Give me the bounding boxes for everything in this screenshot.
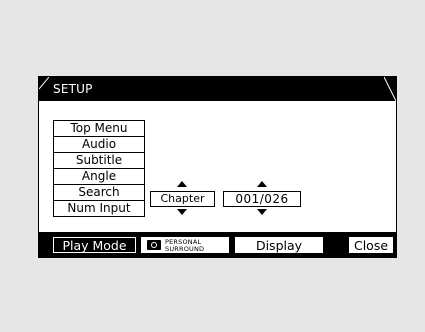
chapter-number-spinner: 001/026: [223, 181, 301, 216]
setup-menu: Top Menu Audio Subtitle Angle Search Num…: [53, 120, 145, 217]
title-bar: SETUP: [39, 77, 396, 102]
setup-dialog: SETUP Top Menu Audio Subtitle Angle Sear…: [38, 76, 397, 258]
personal-surround-label: PERSONAL SURROUND: [165, 239, 217, 252]
personal-surround-icon: [147, 240, 161, 250]
menu-item-subtitle[interactable]: Subtitle: [54, 153, 144, 169]
display-button[interactable]: Display: [235, 237, 323, 253]
menu-item-search[interactable]: Search: [54, 185, 144, 201]
personal-surround-line2: SURROUND: [165, 244, 205, 253]
dialog-title: SETUP: [53, 82, 93, 96]
menu-item-top-menu[interactable]: Top Menu: [54, 121, 144, 137]
menu-item-num-input[interactable]: Num Input: [54, 201, 144, 216]
personal-surround-button[interactable]: PERSONAL SURROUND: [141, 237, 229, 253]
arrow-up-icon[interactable]: [177, 181, 187, 187]
content-area: Top Menu Audio Subtitle Angle Search Num…: [39, 102, 396, 232]
chapter-number-value[interactable]: 001/026: [223, 191, 301, 207]
title-corner-left-decoration: [39, 77, 49, 90]
close-button[interactable]: Close: [349, 237, 393, 253]
arrow-down-icon[interactable]: [257, 209, 267, 215]
search-type-spinner: Chapter: [150, 181, 215, 216]
title-corner-right-decoration: [384, 77, 396, 101]
play-mode-button[interactable]: Play Mode: [53, 237, 136, 253]
bottom-bar: Play Mode PERSONAL SURROUND Display Clos…: [39, 233, 396, 257]
arrow-up-icon[interactable]: [257, 181, 267, 187]
arrow-down-icon[interactable]: [177, 209, 187, 215]
menu-item-angle[interactable]: Angle: [54, 169, 144, 185]
search-type-value[interactable]: Chapter: [150, 191, 215, 207]
menu-item-audio[interactable]: Audio: [54, 137, 144, 153]
